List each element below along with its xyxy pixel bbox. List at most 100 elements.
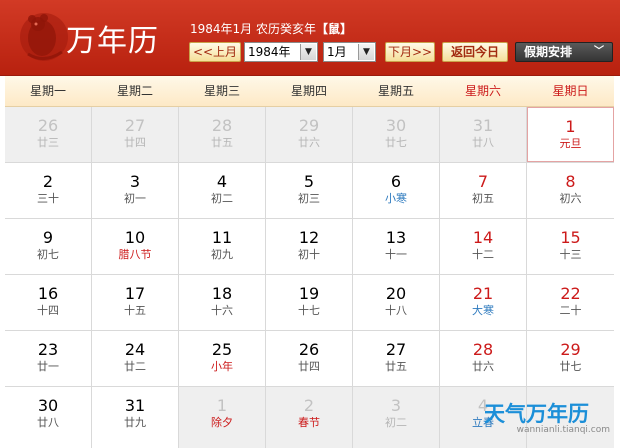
app-title: 万年历 [66, 24, 159, 59]
solar-day-number: 24 [124, 340, 146, 359]
solar-day-number: 18 [211, 284, 233, 303]
zodiac-label: 【鼠】 [316, 22, 353, 36]
lunar-day-label: 十二 [472, 248, 494, 261]
calendar-day-cell[interactable]: 4 初二 [179, 163, 265, 218]
calendar-day-cell[interactable]: 5 初三 [266, 163, 352, 218]
calendar-day-cell[interactable]: 23 廿一 [5, 331, 91, 386]
calendar-day-cell[interactable]: 18 十六 [179, 275, 265, 330]
festival-label: 小年 [211, 360, 233, 373]
month-select[interactable]: 1月 ▼ [323, 42, 376, 62]
calendar-header: 万年历 1984年1月 农历癸亥年【鼠】 <<上月 1984年 ▼ 1月 ▼ 下… [0, 0, 620, 76]
calendar-day-cell[interactable]: 29 廿七 [527, 331, 614, 386]
calendar-day-cell[interactable]: 12 初十 [266, 219, 352, 274]
solar-day-number: 5 [303, 172, 315, 191]
lunar-day-label: 廿四 [124, 136, 146, 149]
solar-day-number: 6 [390, 172, 402, 191]
festival-label: 腊八节 [118, 248, 152, 261]
calendar-day-cell[interactable]: 29 廿六 [266, 107, 352, 162]
lunar-day-label: 十三 [559, 248, 582, 261]
lunar-day-label: 初一 [124, 192, 146, 205]
calendar-day-cell[interactable]: 11 初九 [179, 219, 265, 274]
solar-day-number: 25 [211, 340, 233, 359]
calendar-day-cell[interactable]: 3 初二 [353, 387, 439, 448]
year-select[interactable]: 1984年 ▼ [244, 42, 318, 62]
calendar-day-cell[interactable]: 24 廿二 [92, 331, 178, 386]
solar-day-number: 3 [129, 172, 141, 191]
holiday-schedule-dropdown[interactable]: 假期安排 ﹀ [515, 42, 613, 62]
solar-day-number: 8 [565, 172, 576, 191]
solar-day-number: 10 [124, 228, 146, 247]
calendar-day-cell[interactable]: 2 三十 [5, 163, 91, 218]
year-month-lunar-text: 1984年1月 农历癸亥年 [190, 22, 316, 36]
date-info: 1984年1月 农历癸亥年【鼠】 [190, 20, 352, 37]
calendar-day-cell[interactable]: 2 春节 [266, 387, 352, 448]
solar-day-number: 26 [37, 116, 59, 135]
calendar-day-cell[interactable]: 8 初六 [527, 163, 614, 218]
lunar-day-label: 廿八 [37, 416, 59, 429]
calendar-day-cell[interactable]: 21 大寒 [440, 275, 526, 330]
calendar-day-cell[interactable]: 3 初一 [92, 163, 178, 218]
calendar-day-cell[interactable]: 19 十七 [266, 275, 352, 330]
prev-month-button[interactable]: <<上月 [189, 42, 241, 62]
lunar-day-label: 廿六 [298, 136, 320, 149]
holiday-schedule-label: 假期安排 [524, 45, 573, 59]
calendar-day-cell[interactable]: 1 元旦 [527, 107, 614, 162]
calendar-day-cell[interactable]: 28 廿六 [440, 331, 526, 386]
solar-day-number: 12 [298, 228, 320, 247]
lunar-day-label: 初六 [559, 192, 582, 205]
solar-day-number: 23 [37, 340, 59, 359]
calendar-day-cell[interactable]: 25 小年 [179, 331, 265, 386]
lunar-day-label: 十五 [124, 304, 146, 317]
solar-day-number: 11 [211, 228, 233, 247]
calendar-day-cell[interactable]: 6 小寒 [353, 163, 439, 218]
lunar-day-label: 初十 [298, 248, 320, 261]
watermark-url: wannianli.tianqi.com [516, 425, 610, 435]
calendar-day-cell[interactable]: 22 二十 [527, 275, 614, 330]
calendar-day-cell[interactable]: 7 初五 [440, 163, 526, 218]
calendar-day-cell[interactable]: 13 十一 [353, 219, 439, 274]
solar-day-number: 1 [565, 117, 576, 136]
calendar-day-cell[interactable]: 14 十二 [440, 219, 526, 274]
lunar-day-label: 初二 [385, 416, 407, 429]
calendar-day-cell[interactable]: 15 十三 [527, 219, 614, 274]
lunar-day-label: 廿九 [124, 416, 146, 429]
calendar-day-cell[interactable]: 26 廿四 [266, 331, 352, 386]
month-select-value: 1月 [327, 45, 347, 59]
lunar-day-label: 廿三 [37, 136, 59, 149]
lunar-day-label: 十四 [37, 304, 59, 317]
year-select-value: 1984年 [248, 45, 291, 59]
festival-label: 除夕 [211, 416, 233, 429]
calendar-day-cell[interactable]: 31 廿九 [92, 387, 178, 448]
solar-day-number: 22 [560, 284, 581, 303]
calendar-day-cell[interactable]: 30 廿八 [5, 387, 91, 448]
calendar-day-cell[interactable]: 17 十五 [92, 275, 178, 330]
calendar-day-cell[interactable]: 1 除夕 [179, 387, 265, 448]
next-month-button[interactable]: 下月>> [385, 42, 435, 62]
solar-day-number: 19 [298, 284, 320, 303]
calendar-day-cell[interactable]: 31 廿八 [440, 107, 526, 162]
solar-day-number: 14 [472, 228, 494, 247]
calendar-day-cell[interactable]: 16 十四 [5, 275, 91, 330]
calendar-day-cell[interactable]: 30 廿七 [353, 107, 439, 162]
lunar-day-label: 廿七 [385, 136, 407, 149]
back-to-today-button[interactable]: 返回今日 [442, 42, 508, 62]
weekday-label: 星期二 [116, 84, 153, 98]
weekday-label: 星期三 [203, 84, 240, 98]
calendar-day-cell[interactable]: 27 廿四 [92, 107, 178, 162]
solar-term-label: 小寒 [385, 192, 407, 205]
calendar-day-cell[interactable]: 9 初七 [5, 219, 91, 274]
calendar-day-cell[interactable]: 28 廿五 [179, 107, 265, 162]
festival-label: 春节 [298, 416, 320, 429]
calendar-day-cell[interactable]: 20 十八 [353, 275, 439, 330]
weekday-label: 星期日 [552, 84, 589, 98]
calendar-grid: 26 廿三 27 廿四 28 廿五 29 廿六 30 廿七 31 廿八 1 元旦 2 三十 3 初一 4 初二 5 初三 6… [5, 107, 614, 448]
calendar-day-cell[interactable]: 27 廿五 [353, 331, 439, 386]
calendar-day-cell[interactable]: 26 廿三 [5, 107, 91, 162]
solar-day-number: 30 [37, 396, 59, 415]
solar-term-label: 大寒 [472, 304, 494, 317]
lunar-day-label: 十六 [211, 304, 233, 317]
calendar-day-cell[interactable]: 10 腊八节 [92, 219, 178, 274]
solar-day-number: 9 [42, 228, 54, 247]
watermark-title: 天气万年历 [484, 402, 589, 426]
lunar-day-label: 二十 [559, 304, 582, 317]
